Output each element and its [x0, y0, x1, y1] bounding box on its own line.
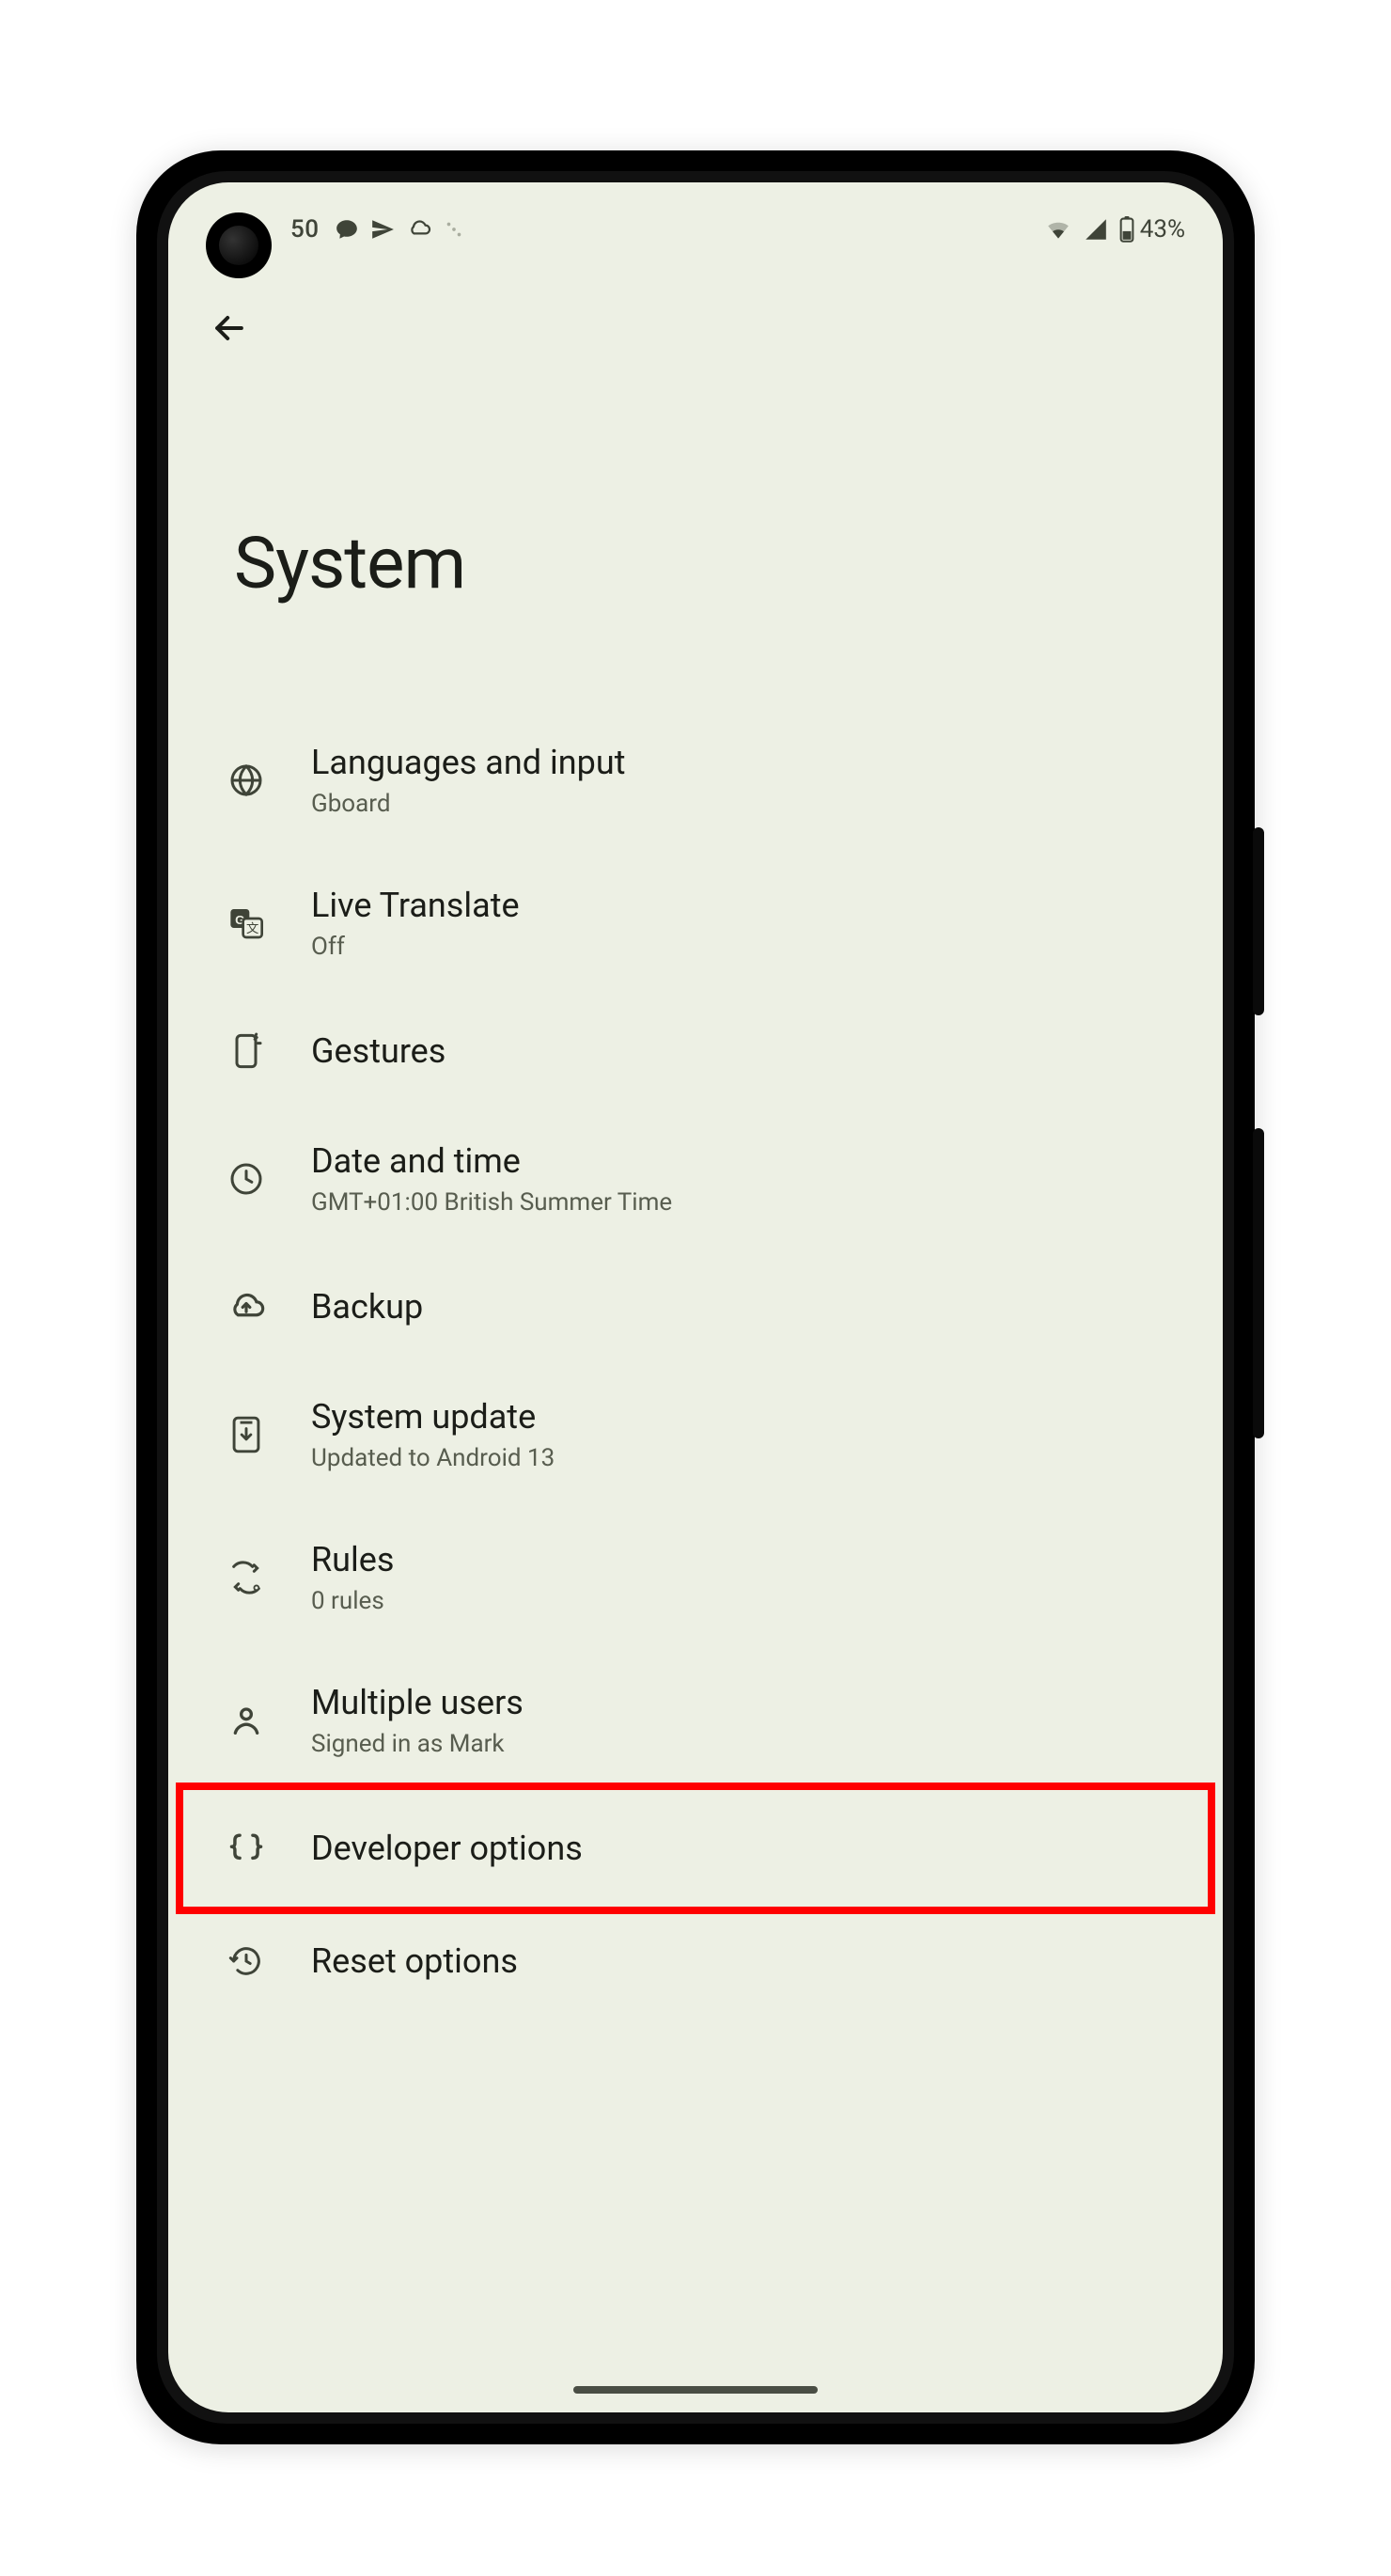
chat-icon [335, 217, 359, 242]
status-time: 50 [290, 215, 320, 243]
back-button[interactable] [196, 295, 262, 361]
svg-text:文: 文 [246, 921, 258, 935]
arrow-left-icon [209, 307, 250, 349]
cloud-icon [406, 219, 432, 240]
clock-icon [225, 1157, 268, 1201]
row-subtitle: Off [311, 933, 520, 961]
row-texts: Languages and input Gboard [311, 737, 625, 824]
rules-icon [225, 1556, 268, 1599]
row-texts: Developer options [311, 1823, 583, 1874]
row-title: Languages and input [311, 743, 625, 782]
row-title: Multiple users [311, 1683, 524, 1722]
settings-row-reset-options[interactable]: Reset options [187, 1905, 1204, 2018]
row-title: Rules [311, 1540, 394, 1579]
settings-row-live-translate[interactable]: G文 Live Translate Off [187, 852, 1204, 995]
settings-row-system-update[interactable]: System update Updated to Android 13 [187, 1363, 1204, 1506]
power-button[interactable] [1253, 827, 1264, 1015]
settings-row-date-and-time[interactable]: Date and time GMT+01:00 British Summer Ti… [187, 1107, 1204, 1250]
row-texts: Rules 0 rules [311, 1534, 394, 1621]
settings-row-gestures[interactable]: Gestures [187, 995, 1204, 1107]
globe-icon [225, 759, 268, 802]
history-icon [225, 1940, 268, 1983]
row-texts: Gestures [311, 1026, 445, 1076]
cloud-up-icon [225, 1285, 268, 1328]
settings-row-developer-options[interactable]: Developer options [187, 1792, 1204, 1905]
volume-button[interactable] [1253, 1128, 1264, 1438]
sync-icon [444, 219, 464, 240]
app-bar [168, 276, 1223, 361]
person-icon [225, 1699, 268, 1742]
status-right: 43% [1044, 215, 1185, 243]
screen: 50 [168, 182, 1223, 2412]
row-subtitle: Updated to Android 13 [311, 1444, 555, 1472]
row-title: Date and time [311, 1141, 672, 1181]
wifi-icon [1044, 218, 1072, 241]
status-left: 50 [290, 215, 464, 243]
row-texts: Live Translate Off [311, 880, 520, 966]
phone-inner-bezel: 50 [157, 171, 1234, 2424]
battery-percent: 43% [1140, 215, 1185, 243]
row-title: Gestures [311, 1031, 445, 1071]
status-bar: 50 [168, 182, 1223, 276]
row-texts: Reset options [311, 1936, 518, 1987]
title-area: System [168, 361, 1223, 709]
row-texts: System update Updated to Android 13 [311, 1391, 555, 1478]
send-icon [370, 217, 395, 242]
row-title: Live Translate [311, 886, 520, 925]
braces-icon [225, 1827, 268, 1870]
battery-icon [1119, 216, 1134, 243]
settings-list: Languages and input Gboard G文 Live Translat… [168, 709, 1223, 2018]
gesture-phone-icon [225, 1029, 268, 1073]
row-title: Reset options [311, 1941, 518, 1981]
settings-row-languages-and-input[interactable]: Languages and input Gboard [187, 709, 1204, 852]
phone-download-icon [225, 1413, 268, 1456]
row-title: Backup [311, 1287, 423, 1327]
row-subtitle: GMT+01:00 British Summer Time [311, 1188, 672, 1217]
row-subtitle: 0 rules [311, 1587, 394, 1615]
translate-icon: G文 [225, 902, 268, 945]
row-subtitle: Gboard [311, 790, 625, 818]
phone-frame: 50 [136, 150, 1255, 2444]
row-title: System update [311, 1397, 555, 1437]
settings-row-rules[interactable]: Rules 0 rules [187, 1506, 1204, 1649]
row-subtitle: Signed in as Mark [311, 1730, 524, 1758]
nav-handle[interactable] [573, 2386, 818, 2394]
cellular-icon [1084, 218, 1108, 241]
row-title: Developer options [311, 1829, 583, 1868]
settings-row-backup[interactable]: Backup [187, 1250, 1204, 1363]
row-texts: Backup [311, 1281, 423, 1332]
row-texts: Date and time GMT+01:00 British Summer Ti… [311, 1136, 672, 1222]
front-camera [206, 212, 272, 278]
row-texts: Multiple users Signed in as Mark [311, 1677, 524, 1764]
page-title: System [234, 521, 1157, 605]
settings-row-multiple-users[interactable]: Multiple users Signed in as Mark [187, 1649, 1204, 1792]
